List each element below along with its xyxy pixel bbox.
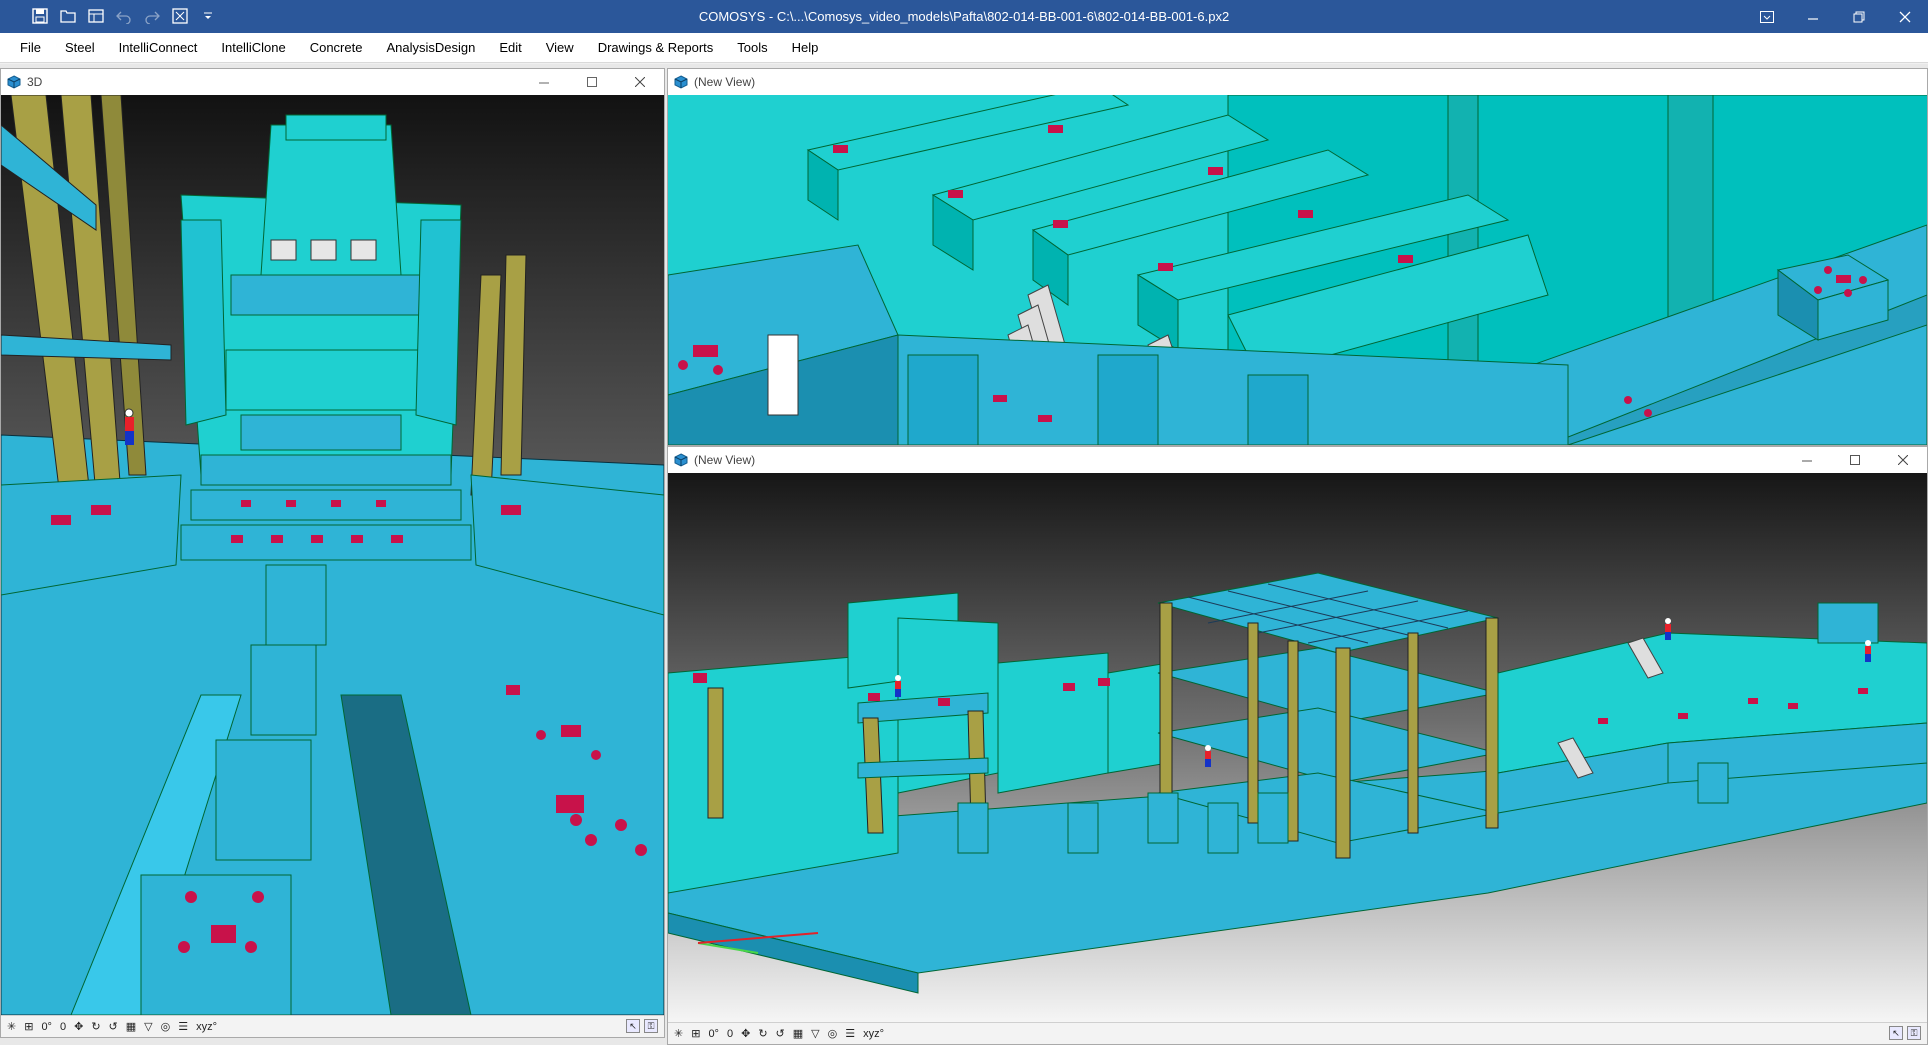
view-window-new-bottom: (New View) ✳ ⊞ 0° 0 ✥ ↻ ↺ ▦ ▽ ◎ ☰ xyz° ↖…: [667, 446, 1928, 1045]
eye-icon[interactable]: ◎: [161, 1020, 171, 1033]
comosys-app: COMOSYS - C:\...\Comosys_video_models\Pa…: [0, 0, 1928, 1045]
close-icon[interactable]: [616, 69, 664, 95]
select-mode-icon[interactable]: ↖: [626, 1019, 640, 1033]
save-all-icon[interactable]: [86, 6, 106, 26]
view-title-bar: (New View): [668, 447, 1927, 473]
menu-edit[interactable]: Edit: [487, 33, 533, 63]
menu-drawings-reports[interactable]: Drawings & Reports: [586, 33, 726, 63]
coords-readout: xyz°: [196, 1020, 218, 1033]
maximize-icon[interactable]: [1831, 447, 1879, 473]
menu-intelliconnect[interactable]: IntelliConnect: [107, 33, 210, 63]
menu-analysisdesign[interactable]: AnalysisDesign: [374, 33, 487, 63]
redo-icon[interactable]: [142, 6, 162, 26]
zoom-window-icon[interactable]: ⊞: [691, 1027, 700, 1040]
model-render: [1, 95, 664, 1015]
minimize-icon[interactable]: [1783, 447, 1831, 473]
rotate-z-icon[interactable]: ↺: [776, 1027, 785, 1040]
fit-view-icon[interactable]: [170, 6, 190, 26]
angle-readout-1: 0°: [708, 1027, 719, 1040]
lock-icon[interactable]: ⚿: [644, 1019, 658, 1033]
grid-icon[interactable]: ▦: [126, 1020, 136, 1033]
layers-icon[interactable]: ☰: [845, 1027, 855, 1040]
viewport-top[interactable]: [668, 95, 1927, 445]
view-status-bar: ✳ ⊞ 0° 0 ✥ ↻ ↺ ▦ ▽ ◎ ☰ xyz° ↖ ⚿: [1, 1015, 664, 1037]
angle-readout-2: 0: [726, 1027, 734, 1040]
model-render: [668, 95, 1927, 445]
minimize-icon[interactable]: [1790, 0, 1836, 33]
title-bar: COMOSYS - C:\...\Comosys_video_models\Pa…: [0, 0, 1928, 33]
close-icon[interactable]: [1879, 447, 1927, 473]
angle-readout-1: 0°: [41, 1020, 52, 1033]
lock-icon[interactable]: ⚿: [1907, 1026, 1921, 1040]
cube-icon: [674, 75, 688, 89]
coords-readout: xyz°: [863, 1027, 885, 1040]
restore-icon[interactable]: [1836, 0, 1882, 33]
view-title-bar: (New View): [668, 69, 1927, 95]
view-title: 3D: [27, 75, 43, 89]
grid-icon[interactable]: ▦: [793, 1027, 803, 1040]
undo-icon[interactable]: [114, 6, 134, 26]
view-window-3d: 3D ✳ ⊞ 0° 0 ✥ ↻ ↺ ▦ ▽ ◎ ☰ xyz° ↖ ⚿: [0, 68, 665, 1038]
viewport-3d[interactable]: [1, 95, 664, 1015]
rotate-icon[interactable]: ↻: [91, 1020, 100, 1033]
filter-icon[interactable]: ▽: [811, 1027, 819, 1040]
menu-steel[interactable]: Steel: [53, 33, 107, 63]
menu-bar: File Steel IntelliConnect IntelliClone C…: [0, 33, 1928, 63]
eye-icon[interactable]: ◎: [828, 1027, 838, 1040]
zoom-window-icon[interactable]: ⊞: [24, 1020, 33, 1033]
menu-help[interactable]: Help: [780, 33, 831, 63]
view-status-bar: ✳ ⊞ 0° 0 ✥ ↻ ↺ ▦ ▽ ◎ ☰ xyz° ↖ ⚿: [668, 1022, 1927, 1044]
snap-icon[interactable]: ✳: [674, 1027, 683, 1040]
view-title: (New View): [694, 75, 756, 89]
rotate-icon[interactable]: ↻: [758, 1027, 767, 1040]
close-icon[interactable]: [1882, 0, 1928, 33]
rotate-z-icon[interactable]: ↺: [109, 1020, 118, 1033]
ribbon-display-icon[interactable]: [1744, 0, 1790, 33]
cube-icon: [7, 75, 21, 89]
save-icon[interactable]: [30, 6, 50, 26]
view-window-new-top: (New View): [667, 68, 1928, 446]
menu-view[interactable]: View: [534, 33, 586, 63]
view-title-bar: 3D: [1, 69, 664, 95]
menu-concrete[interactable]: Concrete: [298, 33, 375, 63]
filter-icon[interactable]: ▽: [144, 1020, 152, 1033]
maximize-icon[interactable]: [568, 69, 616, 95]
pan-icon[interactable]: ✥: [741, 1027, 750, 1040]
menu-file[interactable]: File: [8, 33, 53, 63]
window-title: COMOSYS - C:\...\Comosys_video_models\Pa…: [698, 9, 1230, 24]
scale-figure: [124, 408, 134, 445]
select-mode-icon[interactable]: ↖: [1889, 1026, 1903, 1040]
quick-access-toolbar: [30, 6, 218, 26]
angle-readout-2: 0: [59, 1020, 67, 1033]
layers-icon[interactable]: ☰: [178, 1020, 188, 1033]
model-render: [668, 473, 1927, 1022]
open-folder-icon[interactable]: [58, 6, 78, 26]
view-title: (New View): [694, 453, 756, 467]
minimize-icon[interactable]: [520, 69, 568, 95]
viewport-bottom[interactable]: [668, 473, 1927, 1022]
mdi-workspace: 3D ✳ ⊞ 0° 0 ✥ ↻ ↺ ▦ ▽ ◎ ☰ xyz° ↖ ⚿ (New …: [0, 64, 1928, 1045]
customize-dropdown-icon[interactable]: [198, 6, 218, 26]
menu-tools[interactable]: Tools: [725, 33, 779, 63]
cube-icon: [674, 453, 688, 467]
pan-icon[interactable]: ✥: [74, 1020, 83, 1033]
snap-icon[interactable]: ✳: [7, 1020, 16, 1033]
menu-intelliclone[interactable]: IntelliClone: [209, 33, 297, 63]
window-controls: [1744, 0, 1928, 33]
